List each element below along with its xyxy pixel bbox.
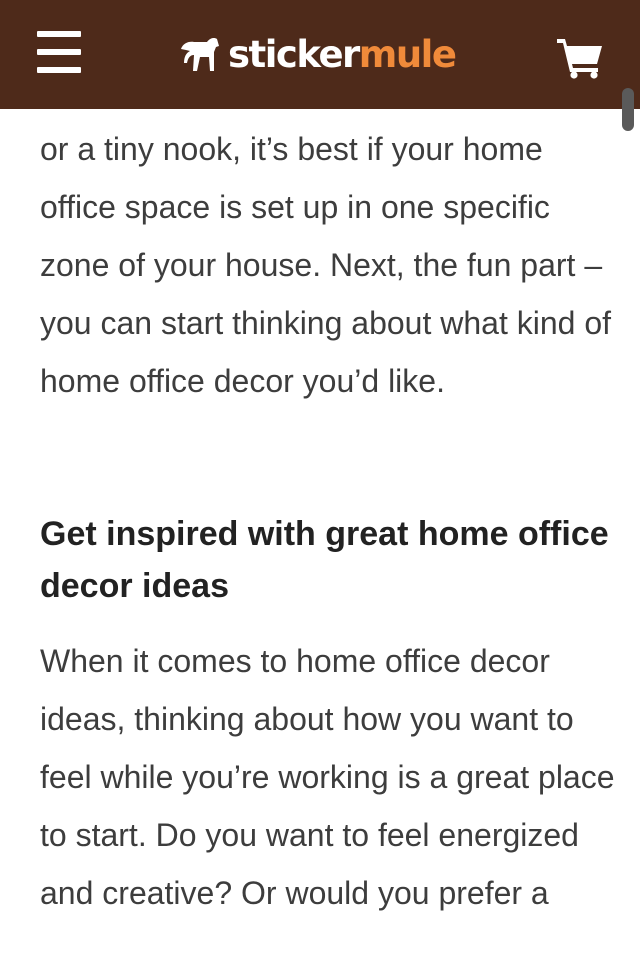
cart-icon (557, 39, 602, 79)
cart-button[interactable] (556, 37, 604, 79)
article-paragraph: When it comes to home office decor ideas… (40, 643, 615, 911)
article-content: Whether you have a whole entire room or … (0, 0, 640, 959)
menu-button[interactable] (37, 31, 81, 73)
article-heading: Get inspired with great home office deco… (40, 515, 609, 605)
logo-wordmark: stickermule (228, 32, 457, 76)
horse-logo-icon (181, 38, 219, 71)
article-paragraph: Whether you have a whole entire room or … (40, 73, 612, 399)
site-header: stickermule (0, 0, 640, 109)
sticker-mule-logo[interactable]: stickermule (178, 26, 457, 82)
scrollbar-thumb[interactable] (622, 88, 634, 131)
